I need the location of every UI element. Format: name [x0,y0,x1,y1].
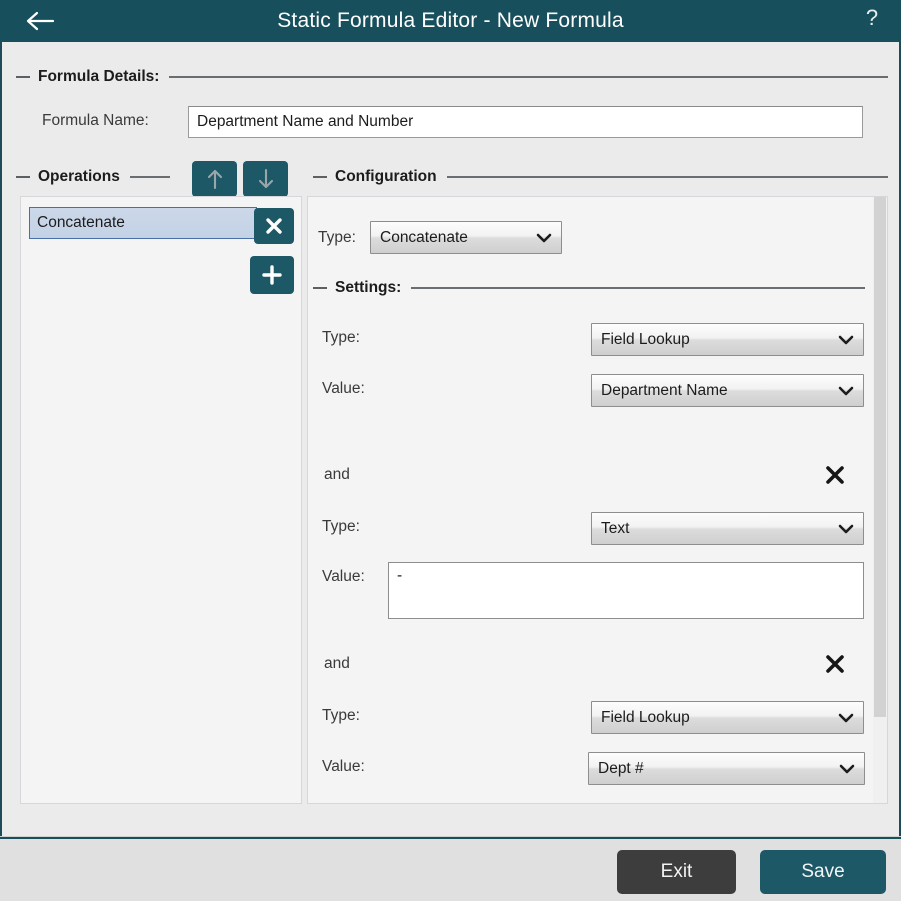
formula-details-group-header: Formula Details: [16,68,888,86]
and-separator-1: and [324,466,350,483]
formula-name-label: Formula Name: [42,112,149,129]
arrow-up-icon [207,169,222,190]
configuration-group-header: Configuration [313,168,888,186]
plus-icon [262,265,282,285]
setting-2-value-label: Value: [322,568,365,585]
setting-1-type-select[interactable]: Field Lookup [591,323,864,356]
chevron-down-icon [838,335,854,344]
group-dash [16,76,30,78]
setting-2-type-select[interactable]: Text [591,512,864,545]
operations-group-header: Operations [16,168,174,186]
move-operation-down-button[interactable] [243,161,288,197]
configuration-label: Configuration [335,168,437,185]
group-rule [129,176,170,178]
static-formula-editor-window: Static Formula Editor - New Formula ? Fo… [0,0,901,901]
setting-1-value-label: Value: [322,380,365,397]
footer-bar: Exit Save [0,839,901,901]
group-rule [446,176,888,178]
settings-label: Settings: [335,279,402,296]
configuration-type-select[interactable]: Concatenate [370,221,562,254]
chevron-down-icon [839,764,855,773]
formula-details-label: Formula Details: [38,68,160,85]
setting-2-value-textarea[interactable] [388,562,864,619]
setting-2-type-value: Text [601,519,630,537]
remove-setting-1-button[interactable] [822,462,848,488]
close-x-icon [266,218,282,234]
setting-3-value-label: Value: [322,758,365,775]
configuration-scrollbar[interactable] [873,197,887,803]
settings-group-header: Settings: [313,279,865,297]
setting-1-value-value: Department Name [601,381,728,399]
move-operation-up-button[interactable] [192,161,237,197]
setting-3-type-value: Field Lookup [601,708,690,726]
remove-setting-2-button[interactable] [822,651,848,677]
configuration-scrollbar-thumb[interactable] [874,197,886,717]
window-title: Static Formula Editor - New Formula [277,9,624,32]
setting-1-type-label: Type: [322,329,360,346]
title-bar: Static Formula Editor - New Formula ? [0,0,901,42]
operation-list-item-label: Concatenate [37,214,125,231]
help-icon[interactable]: ? [859,2,885,34]
arrow-down-icon [258,168,273,189]
setting-1-value-select[interactable]: Department Name [591,374,864,407]
operations-label: Operations [38,168,120,185]
setting-3-type-label: Type: [322,707,360,724]
chevron-down-icon [536,233,552,242]
group-rule [411,287,865,289]
close-x-icon [826,466,844,484]
formula-name-input[interactable] [188,106,863,138]
chevron-down-icon [838,524,854,533]
group-dash [313,176,327,178]
delete-operation-button[interactable] [254,208,294,244]
group-dash [313,287,327,289]
close-x-icon [826,655,844,673]
configuration-type-label: Type: [318,229,356,246]
add-operation-button[interactable] [250,256,294,294]
configuration-type-select-value: Concatenate [380,228,468,246]
operation-list-item[interactable]: Concatenate [29,207,257,239]
group-dash [16,176,30,178]
setting-1-type-value: Field Lookup [601,330,690,348]
chevron-down-icon [838,386,854,395]
and-separator-2: and [324,655,350,672]
save-button[interactable]: Save [760,850,886,894]
setting-3-type-select[interactable]: Field Lookup [591,701,864,734]
chevron-down-icon [838,713,854,722]
group-rule [169,76,888,78]
setting-3-value-select[interactable]: Dept # [588,752,865,785]
setting-3-value-value: Dept # [598,759,644,777]
exit-button[interactable]: Exit [617,850,736,894]
setting-2-type-label: Type: [322,518,360,535]
